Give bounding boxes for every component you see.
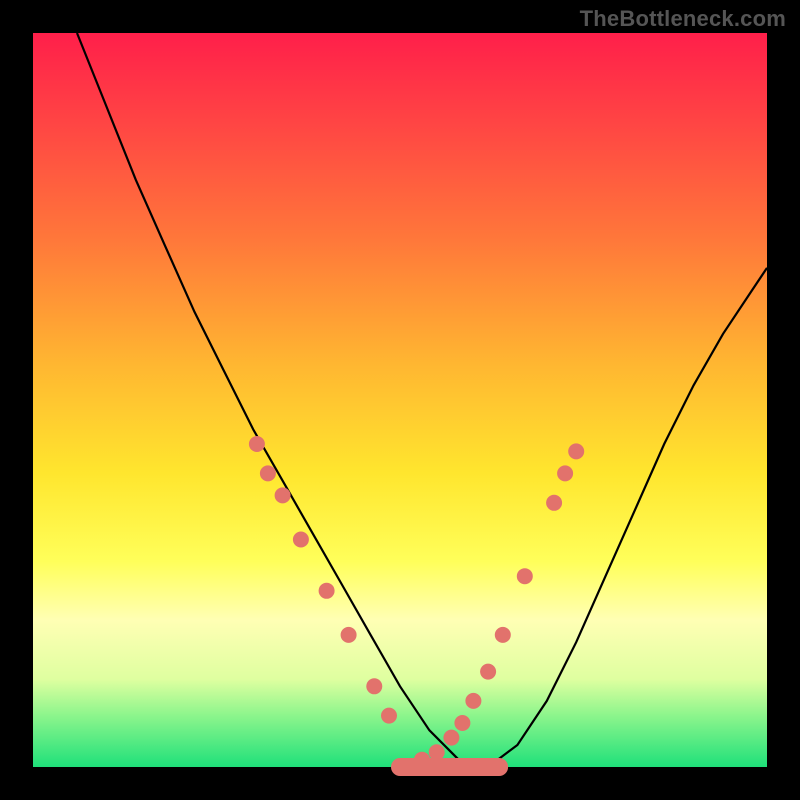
marker-dot xyxy=(341,627,357,643)
chart-frame: TheBottleneck.com xyxy=(0,0,800,800)
bottleneck-curve xyxy=(77,33,767,767)
curve-line xyxy=(77,33,767,767)
data-markers xyxy=(249,436,584,776)
marker-dot xyxy=(495,627,511,643)
marker-dot xyxy=(480,664,496,680)
marker-dot xyxy=(381,708,397,724)
marker-dot xyxy=(546,495,562,511)
watermark-label: TheBottleneck.com xyxy=(580,6,786,32)
marker-dot xyxy=(249,436,265,452)
marker-dot xyxy=(293,532,309,548)
marker-dot xyxy=(319,583,335,599)
marker-dot xyxy=(557,465,573,481)
marker-dot xyxy=(568,443,584,459)
marker-dot xyxy=(517,568,533,584)
marker-dot xyxy=(275,487,291,503)
chart-svg xyxy=(33,33,767,767)
bottom-marker-band xyxy=(391,758,508,776)
marker-dot xyxy=(429,744,445,760)
marker-dot xyxy=(443,730,459,746)
plot-area xyxy=(33,33,767,767)
marker-dot xyxy=(366,678,382,694)
marker-dot xyxy=(454,715,470,731)
marker-dot xyxy=(260,465,276,481)
marker-dot xyxy=(465,693,481,709)
